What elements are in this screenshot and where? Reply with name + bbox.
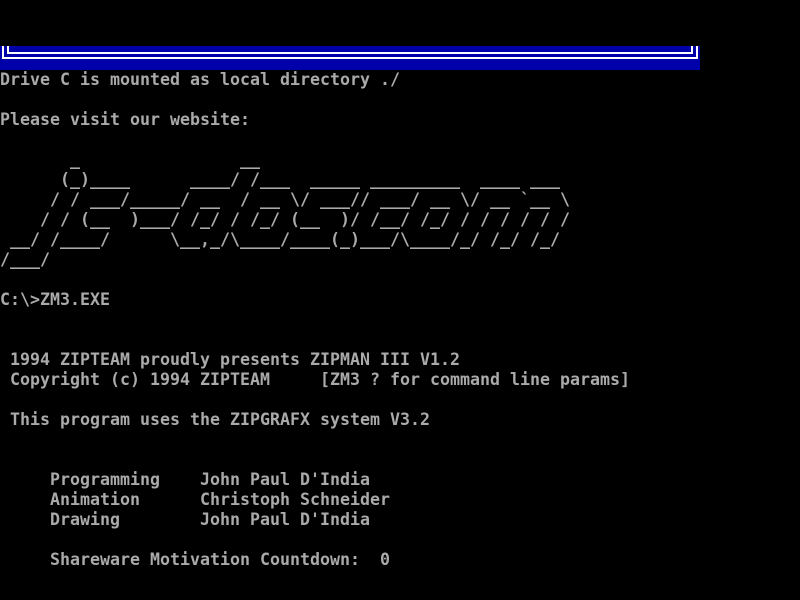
command-prompt-line: C:\>ZM3.EXE <box>0 290 110 310</box>
zipgrafx-engine-line: This program uses the ZIPGRAFX system V3… <box>0 410 430 430</box>
website-message: Please visit our website: <box>0 110 250 130</box>
credit-name: John Paul D'India <box>200 510 370 529</box>
jsdos-ascii-logo: _ __ (_)____ ____/ /___ _____ _________ … <box>0 150 570 270</box>
mount-message: Drive C is mounted as local directory ./ <box>0 70 400 90</box>
credit-row-programming: ProgrammingJohn Paul D'India <box>10 450 370 470</box>
credit-row-drawing: DrawingJohn Paul D'India <box>10 490 370 510</box>
credit-row-animation: AnimationChristoph Schneider <box>10 470 390 490</box>
dos-terminal-screen[interactable]: Drive C is mounted as local directory ./… <box>0 0 800 600</box>
countdown-value: 0 <box>360 550 390 569</box>
shareware-countdown-line: Shareware Motivation Countdown:0 <box>10 530 390 550</box>
countdown-label: Shareware Motivation Countdown: <box>50 550 360 569</box>
copyright-line: Copyright (c) 1994 ZIPTEAM [ZM3 ? for co… <box>0 370 630 390</box>
credit-role: Drawing <box>50 510 200 530</box>
startup-dialog-bottom-bar <box>0 46 700 70</box>
dialog-double-line-border <box>2 46 698 59</box>
zipman-banner-line: 1994 ZIPTEAM proudly presents ZIPMAN III… <box>0 350 460 370</box>
